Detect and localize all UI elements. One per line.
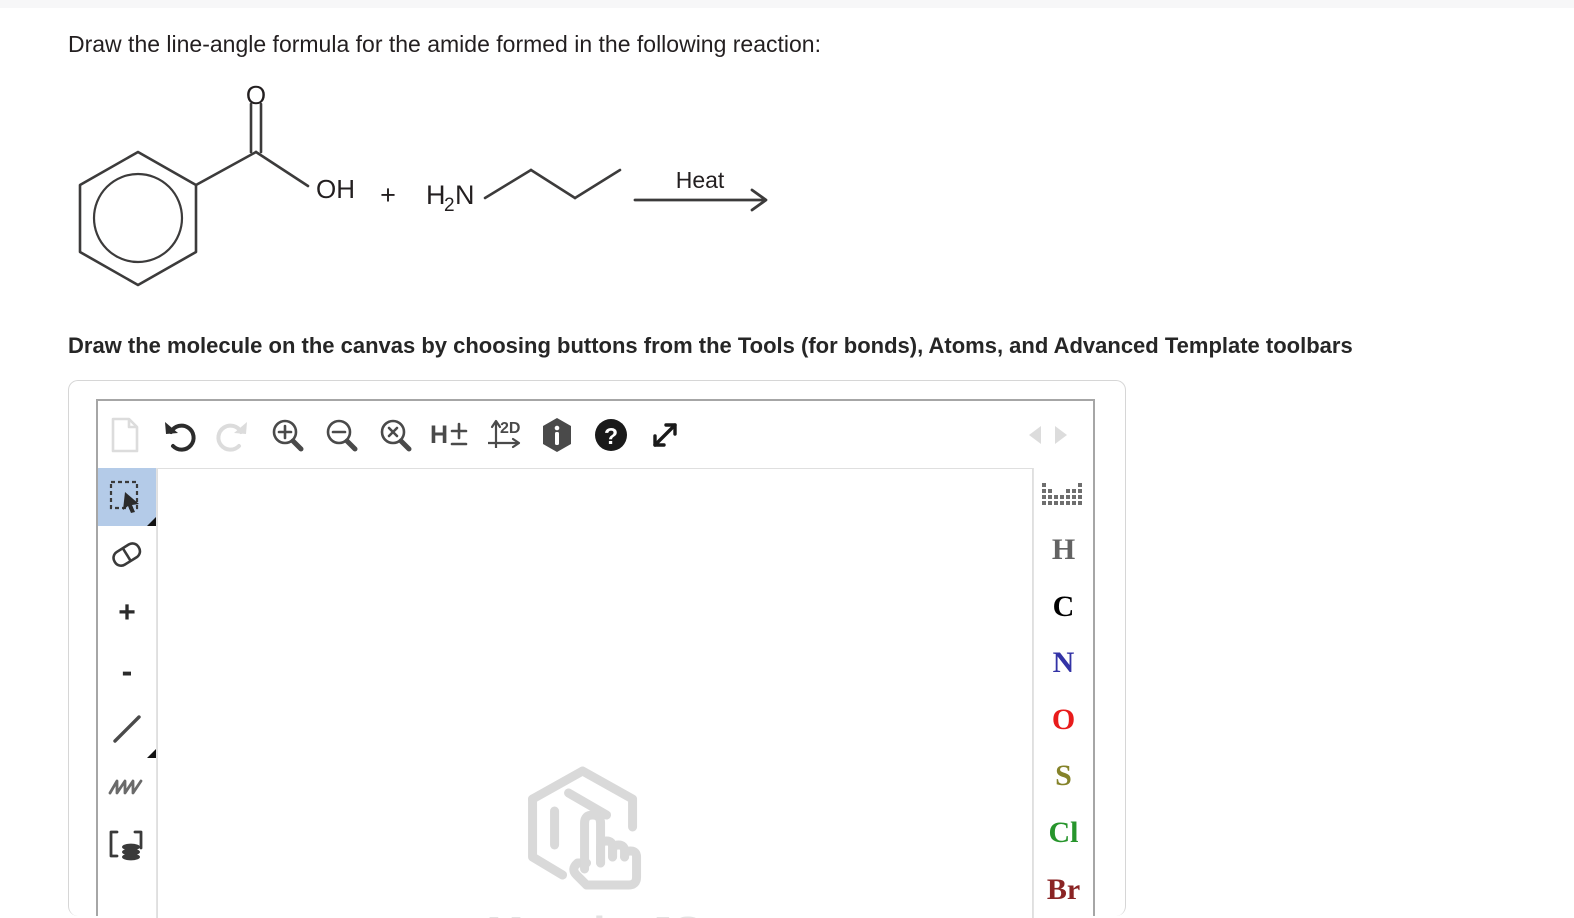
atom-label-c: C <box>1052 589 1075 623</box>
single-bond-tool-submenu-indicator <box>147 749 156 758</box>
info-icon[interactable] <box>530 407 584 463</box>
atom-button-n[interactable]: N <box>1034 635 1094 692</box>
atom-button-cl[interactable]: Cl <box>1034 805 1094 862</box>
atom-button-s[interactable]: S <box>1034 748 1094 805</box>
arrow-condition-label: Heat <box>676 167 725 193</box>
benzene-hand-icon <box>528 766 642 890</box>
decrease-charge-tool[interactable]: - <box>98 642 156 700</box>
svg-text:?: ? <box>604 423 618 449</box>
svg-text:2D: 2D <box>500 420 520 437</box>
drawing-instruction: Draw the molecule on the canvas by choos… <box>68 333 1353 358</box>
single-bond-tool[interactable] <box>98 700 156 758</box>
hydroxyl-label: OH <box>316 174 355 204</box>
help-icon[interactable]: ? <box>584 407 638 463</box>
carbonyl-oxygen-label: O <box>246 80 266 110</box>
zoom-out-icon[interactable] <box>314 407 368 463</box>
atom-button-o[interactable]: O <box>1034 692 1094 749</box>
atom-button-h[interactable]: H <box>1034 522 1094 579</box>
marvin-editor: H 2D ? + - H C N O S Cl Br <box>96 399 1095 918</box>
selection-tool[interactable] <box>98 468 156 526</box>
pager-prev-icon[interactable] <box>1027 424 1045 446</box>
svg-text:H: H <box>430 421 448 449</box>
atom-label-o: O <box>1051 702 1076 736</box>
decrease-charge-label: - <box>121 653 133 689</box>
editor-toolbar: H 2D ? <box>98 401 1093 468</box>
clean-2d-icon[interactable]: 2D <box>476 407 530 463</box>
canvas-watermark: Marvin JS <box>487 765 704 918</box>
canvas-watermark-text: Marvin JS <box>487 908 704 918</box>
amine-n-label: N <box>455 180 475 210</box>
atom-button-c[interactable]: C <box>1034 578 1094 635</box>
eraser-tool[interactable] <box>98 526 156 584</box>
selection-tool-submenu-indicator <box>147 517 156 526</box>
toolbar-pager <box>1027 424 1069 446</box>
increase-charge-tool[interactable]: + <box>98 584 156 642</box>
increase-charge-label: + <box>118 596 136 629</box>
atom-label-cl: Cl <box>1048 816 1079 850</box>
atom-label-s: S <box>1055 759 1072 793</box>
zoom-reset-icon[interactable] <box>368 407 422 463</box>
chain-tool[interactable] <box>98 758 156 816</box>
pager-next-icon[interactable] <box>1051 424 1069 446</box>
page-top-strip <box>0 0 1574 8</box>
plus-sign-label: + <box>380 180 396 210</box>
periodic-table-icon[interactable] <box>1034 468 1094 522</box>
amine-subscript-label: 2 <box>444 195 455 216</box>
atom-label-n: N <box>1052 646 1075 680</box>
drawing-canvas[interactable]: Marvin JS <box>157 468 1033 918</box>
question-prompt: Draw the line-angle formula for the amid… <box>68 31 821 57</box>
redo-icon[interactable] <box>206 407 260 463</box>
amine-h-label: H <box>426 180 446 210</box>
atoms-toolbar: H C N O S Cl Br <box>1033 468 1093 918</box>
atom-button-br[interactable]: Br <box>1034 861 1094 918</box>
undo-icon[interactable] <box>152 407 206 463</box>
bracket-group-tool[interactable] <box>98 816 156 874</box>
hydrogen-toggle-icon[interactable]: H <box>422 407 476 463</box>
atom-label-h: H <box>1051 533 1076 567</box>
reaction-scheme-diagram: O OH + H 2 N Heat <box>60 80 860 320</box>
fullscreen-icon[interactable] <box>638 407 692 463</box>
tools-toolbar: + - <box>98 468 157 918</box>
new-file-icon[interactable] <box>98 407 152 463</box>
zoom-in-icon[interactable] <box>260 407 314 463</box>
atom-label-br: Br <box>1046 872 1081 906</box>
